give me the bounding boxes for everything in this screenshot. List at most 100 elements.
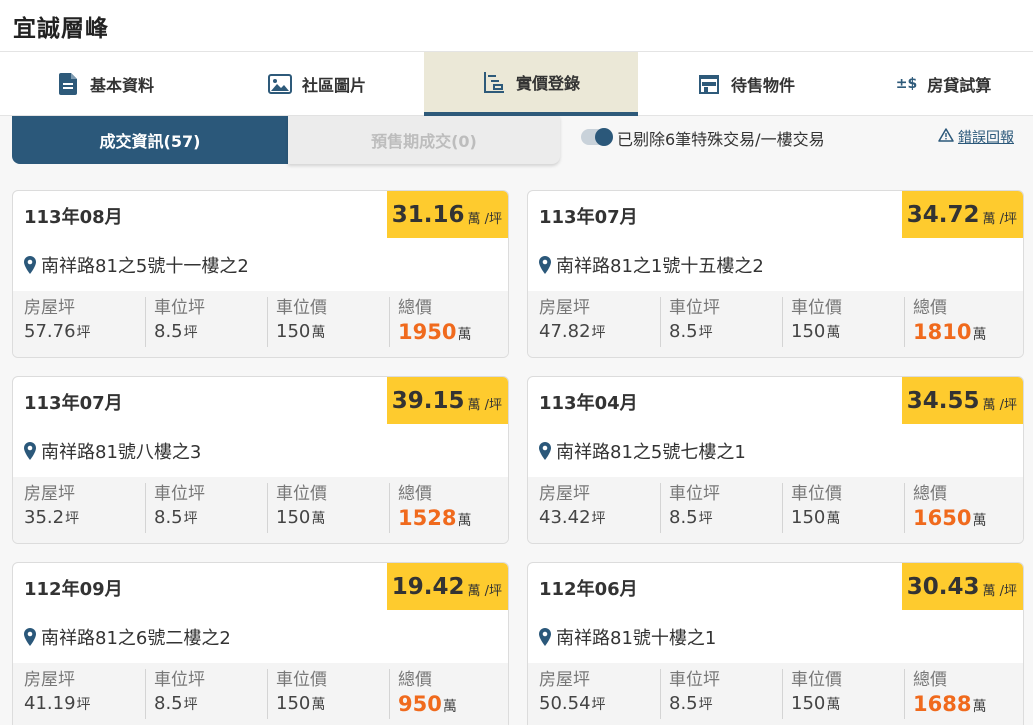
tab-mortgage-calculator[interactable]: ±$ 房貸試算 (854, 52, 1033, 116)
transaction-card[interactable]: 113年07月 34.72 萬 /坪 南祥路81之1號十五樓之2 房屋坪 47.… (527, 190, 1024, 358)
transaction-card[interactable]: 113年04月 34.55 萬 /坪 南祥路81之5號七樓之1 房屋坪 43.4… (527, 376, 1024, 544)
unit-ping: 坪 (698, 697, 713, 713)
stat-label: 車位價 (791, 670, 842, 690)
stat-value: 57.76坪 (24, 319, 91, 346)
stat-label: 房屋坪 (24, 298, 75, 318)
address: 南祥路81號八樓之3 (24, 438, 201, 464)
stat-parking-area: 車位坪 8.5坪 (660, 669, 720, 719)
stat-total-price: 總價 1528萬 (389, 483, 471, 533)
transaction-card[interactable]: 112年09月 19.42 萬 /坪 南祥路81之6號二樓之2 房屋坪 41.1… (12, 562, 509, 725)
community-title: 宜誠層峰 (13, 16, 109, 42)
stat-parking-price: 車位價 150萬 (267, 297, 327, 347)
document-icon (56, 72, 80, 96)
stat-value: 8.5坪 (669, 691, 720, 718)
toggle-knob (595, 128, 613, 146)
stat-house-area: 房屋坪 41.19坪 (24, 669, 91, 719)
stat-value: 50.54坪 (539, 691, 606, 718)
house-area-value: 43.42 (539, 507, 591, 528)
parking-area-value: 8.5 (669, 693, 698, 714)
tab-label: 實價登錄 (515, 74, 580, 93)
stat-total-price: 總價 1650萬 (904, 483, 986, 533)
transaction-date: 113年04月 (539, 393, 638, 414)
stat-label: 車位價 (791, 298, 842, 318)
stat-label: 房屋坪 (539, 670, 590, 690)
parking-price-value: 150 (276, 507, 311, 528)
house-area-value: 50.54 (539, 693, 591, 714)
deals-segment[interactable]: 成交資訊(57) (12, 116, 288, 164)
stat-value: 8.5坪 (154, 505, 205, 532)
unit-ping: 坪 (183, 697, 198, 713)
unit-price-unit: 萬 /坪 (982, 211, 1017, 227)
total-price-value: 1688 (913, 692, 972, 716)
stat-value: 43.42坪 (539, 505, 606, 532)
stat-parking-price: 車位價 150萬 (267, 483, 327, 533)
stat-label: 總價 (398, 298, 432, 318)
unit-price-unit: 萬 /坪 (467, 211, 502, 227)
stat-label: 房屋坪 (539, 298, 590, 318)
stat-value: 1650萬 (913, 505, 986, 534)
stat-label: 車位坪 (669, 484, 720, 504)
stat-value: 150萬 (276, 319, 327, 346)
unit-wan: 萬 (972, 327, 987, 343)
tab-price-registration[interactable]: 實價登錄 (424, 52, 638, 116)
house-area-value: 41.19 (24, 693, 76, 714)
unit-price-badge: 34.72 萬 /坪 (901, 191, 1023, 238)
unit-price: 31.16 (391, 201, 465, 228)
stat-label: 車位坪 (154, 484, 205, 504)
parking-area-value: 8.5 (669, 507, 698, 528)
unit-ping: 坪 (591, 697, 606, 713)
error-report-link[interactable]: 錯誤回報 (938, 127, 1014, 147)
address-text: 南祥路81之5號十一樓之2 (41, 256, 249, 277)
unit-price: 30.43 (906, 573, 980, 600)
total-price-value: 1528 (398, 506, 457, 530)
parking-area-value: 8.5 (154, 693, 183, 714)
stat-parking-price: 車位價 150萬 (782, 297, 842, 347)
parking-area-value: 8.5 (154, 507, 183, 528)
tab-bar: 基本資料 社區圖片 實價登錄 待售物件 ±$ 房貸試算 (0, 52, 1033, 116)
stat-house-area: 房屋坪 57.76坪 (24, 297, 91, 347)
stat-label: 車位價 (276, 298, 327, 318)
stat-label: 車位坪 (669, 298, 720, 318)
tab-basic-info[interactable]: 基本資料 (0, 52, 210, 116)
stats-row: 房屋坪 35.2坪 車位坪 8.5坪 車位價 150萬 總價 1528萬 (13, 477, 508, 543)
parking-price-value: 150 (791, 321, 826, 342)
tab-label: 房貸試算 (927, 76, 992, 95)
total-price-value: 1950 (398, 320, 457, 344)
location-pin-icon (539, 442, 551, 460)
transaction-card[interactable]: 112年06月 30.43 萬 /坪 南祥路81號十樓之1 房屋坪 50.54坪… (527, 562, 1024, 725)
unit-wan: 萬 (826, 697, 841, 713)
parking-price-value: 150 (276, 321, 311, 342)
transaction-card[interactable]: 113年08月 31.16 萬 /坪 南祥路81之5號十一樓之2 房屋坪 57.… (12, 190, 509, 358)
stat-label: 車位價 (276, 670, 327, 690)
stat-value: 8.5坪 (154, 319, 205, 346)
unit-ping: 坪 (591, 511, 606, 527)
stat-label: 車位坪 (154, 298, 205, 318)
stat-label: 車位價 (791, 484, 842, 504)
stats-row: 房屋坪 43.42坪 車位坪 8.5 坪 車位價 150萬 總價 1650萬 (528, 477, 1023, 543)
transaction-date: 113年07月 (539, 207, 638, 228)
exclude-special-toggle[interactable] (581, 128, 613, 146)
stats-row: 房屋坪 50.54坪 車位坪 8.5坪 車位價 150萬 總價 1688萬 (528, 663, 1023, 725)
stats-row: 房屋坪 47.82坪 車位坪 8.5坪 車位價 150萬 總價 1810萬 (528, 291, 1023, 357)
parking-price-value: 150 (276, 693, 311, 714)
stat-value: 8.5坪 (669, 319, 720, 346)
stat-value: 150萬 (791, 505, 842, 532)
stat-label: 總價 (913, 670, 947, 690)
total-price-value: 1810 (913, 320, 972, 344)
stat-label: 車位坪 (154, 670, 205, 690)
total-price-value: 950 (398, 692, 442, 716)
parking-price-value: 150 (791, 693, 826, 714)
address-text: 南祥路81之6號二樓之2 (41, 628, 231, 649)
tab-label: 社區圖片 (301, 76, 366, 95)
tab-for-sale[interactable]: 待售物件 (638, 52, 854, 116)
stat-label: 車位價 (276, 484, 327, 504)
tab-label: 基本資料 (89, 76, 154, 95)
transaction-card[interactable]: 113年07月 39.15 萬 /坪 南祥路81號八樓之3 房屋坪 35.2坪 … (12, 376, 509, 544)
address: 南祥路81之5號十一樓之2 (24, 252, 249, 278)
stat-label: 房屋坪 (539, 484, 590, 504)
unit-price: 39.15 (391, 387, 465, 414)
stat-parking-area: 車位坪 8.5坪 (145, 483, 205, 533)
tab-community-photos[interactable]: 社區圖片 (210, 52, 424, 116)
presale-segment[interactable]: 預售期成交(0) (288, 116, 560, 164)
unit-wan: 萬 (311, 325, 326, 341)
